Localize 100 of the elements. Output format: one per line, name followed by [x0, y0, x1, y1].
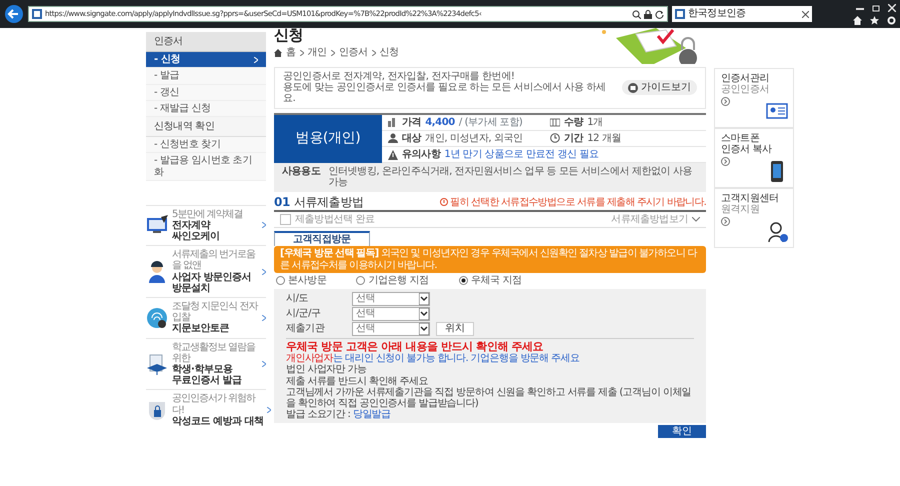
- radio-button[interactable]: [356, 276, 366, 285]
- site-icon: [675, 9, 685, 19]
- field-label: 시/도: [286, 293, 310, 304]
- notice-item: 법인 사업자만 가능: [286, 364, 368, 376]
- lock-icon: [146, 399, 168, 422]
- promo-title: 학생·학부모용: [172, 364, 234, 375]
- attribute-label: 대상: [402, 132, 422, 144]
- home-icon[interactable]: [853, 16, 862, 24]
- attribute-value: 1년 만기 상품으로 만료전 갱신 필요: [444, 148, 599, 160]
- promo-banner[interactable]: 공인인증서가 위험하다! 악성코드 예방과 대책: [146, 389, 266, 430]
- promo-title: 사업자 방문인증서: [172, 272, 252, 283]
- promo-caption: 서류제출의 번거로움을 없앤: [172, 249, 256, 272]
- notice-item: 개인사업자는 대리인 신청이 불가능 합니다. 기업은행을 방문해 주세요: [286, 353, 580, 364]
- location-button[interactable]: 위치: [436, 322, 474, 336]
- attribute-label: 기간: [564, 132, 584, 144]
- quick-link-card[interactable]: 스마트폰 인증서 복사: [714, 128, 794, 188]
- person-icon: [388, 133, 398, 144]
- home-icon: [274, 48, 282, 57]
- restore-icon[interactable]: [872, 4, 880, 12]
- menu-item[interactable]: - 신청: [146, 52, 266, 68]
- menu-item[interactable]: - 발급용 임시번호 초기화: [146, 153, 266, 181]
- attribute-value: 개인, 미성년자, 외국인: [425, 132, 523, 144]
- chevron-icon: [267, 407, 272, 414]
- checkbox-label: 제출방법선택 완료: [295, 214, 375, 226]
- usage-label: 사용용도: [282, 166, 320, 180]
- chevron-circle-icon: [721, 97, 730, 106]
- tab[interactable]: 고객직접방문: [274, 231, 370, 246]
- product-name: 범용(개인): [274, 114, 382, 164]
- notice-item: 제출 서류를 반드시 확인해 주세요: [286, 376, 429, 387]
- star-icon[interactable]: [870, 16, 879, 24]
- promo-banner[interactable]: 서류제출의 번거로움을 없앤 사업자 방문인증서 방문설치: [146, 245, 266, 297]
- menu-heading[interactable]: 인증서: [146, 32, 266, 52]
- confirm-button[interactable]: 확인: [658, 425, 706, 438]
- chevron-icon: [262, 314, 266, 321]
- attribute-value: 12 개월: [587, 132, 622, 144]
- guide-icon: [628, 82, 638, 93]
- menu-item[interactable]: - 발급: [146, 68, 266, 85]
- intro-text: 용도에 맞는 공인인증서로 인증서를 필요로 하는 모든 서비스에서 사용 하세요.: [283, 82, 607, 105]
- chevron-icon: [254, 54, 258, 66]
- chevron-icon: [262, 222, 266, 228]
- search-icon[interactable]: [632, 10, 641, 18]
- radio-label: 기업은행 지점: [368, 274, 429, 286]
- page-title: 신청: [274, 28, 304, 43]
- refresh-icon[interactable]: [655, 10, 664, 18]
- notice-banner: [우체국 방문 선택 필독] 외국인 및 미성년자인 경우 우체국에서 신원확인 절차상 발급이 불가하오니 다른 서류접수처를 이용하시기 바랍니다.: [274, 246, 706, 273]
- promo-title: 전자계약: [172, 220, 212, 231]
- promo-banner[interactable]: 조달청 지문인식 전자입찰 지문보안토큰: [146, 297, 266, 338]
- attribute-value: 4,400: [425, 116, 455, 128]
- breadcrumb-link[interactable]: 홈: [286, 47, 296, 58]
- lock-icon: [644, 10, 652, 18]
- chevron-circle-icon: [721, 217, 730, 226]
- chevron-icon: [372, 50, 376, 56]
- menu-item[interactable]: - 갱신: [146, 84, 266, 101]
- field-label: 시/군/구: [286, 308, 322, 320]
- quick-link-subtitle: 원격지원: [721, 204, 760, 216]
- back-icon[interactable]: [4, 4, 24, 24]
- settings-icon[interactable]: [887, 16, 896, 24]
- browser-tab[interactable]: 한국정보인증: [672, 6, 812, 22]
- breadcrumb-link[interactable]: 개인: [308, 47, 327, 58]
- promo-banner[interactable]: 학교생활정보 열람을 위한 학생·학부모용 무료인증서 발급: [146, 338, 266, 390]
- usage-text: 인터넷뱅킹, 온라인주식거래, 전자민원서비스 업무 등 모든 서비스에서 제한없이 사용 가능: [328, 166, 694, 188]
- dropdown-arrow-icon: [419, 308, 429, 320]
- quick-link-title: 인증서관리: [721, 73, 770, 84]
- breadcrumb-link[interactable]: 신청: [380, 47, 399, 58]
- field-label: 제출기관: [286, 323, 326, 334]
- menu-item[interactable]: - 재발급 신청: [146, 100, 266, 117]
- quick-link-card[interactable]: 인증서관리 공인인증서: [714, 68, 794, 128]
- warning-text: 필히 선택한 서류접수방법으로 서류를 제출해 주시기 바랍니다.: [440, 196, 706, 208]
- breadcrumb-link[interactable]: 인증서: [338, 47, 368, 58]
- radio-button[interactable]: [458, 276, 468, 285]
- quick-link-card[interactable]: 고객지원센터 원격지원: [714, 188, 794, 248]
- guide-button[interactable]: 가이드보기: [622, 80, 697, 96]
- menu-item[interactable]: - 신청번호 찾기: [146, 137, 266, 154]
- quick-link-subtitle: 공인인증서: [721, 84, 770, 96]
- radio-button[interactable]: [276, 276, 285, 285]
- chevron-icon: [330, 50, 335, 56]
- chevron-icon: [300, 50, 304, 56]
- dropdown-arrow-icon: [419, 322, 429, 335]
- box-icon: [550, 117, 560, 128]
- chevron-icon: [262, 360, 266, 367]
- intro-text: 공인인증서로 전자계약, 전자입찰, 전자구매를 한번에!: [283, 71, 516, 82]
- graduation-cap-icon: [146, 352, 168, 375]
- close-icon[interactable]: [802, 10, 809, 18]
- menu-heading[interactable]: 신청내역 확인: [146, 116, 266, 138]
- promo-banner[interactable]: 5분만에 계약체결 전자계약 싸인오케이: [146, 204, 266, 246]
- section-title: 서류제출방법: [294, 196, 364, 209]
- fingerprint-icon: [146, 306, 168, 329]
- promo-title: 무료인증서 발급: [172, 375, 242, 386]
- promo-caption: 학교생활정보 열람을 위한: [172, 342, 256, 364]
- checkbox[interactable]: [280, 214, 291, 226]
- attribute-label: 수량: [564, 116, 584, 128]
- chevron-circle-icon: [721, 157, 730, 166]
- chart-icon: [388, 117, 398, 128]
- section-number: 01: [274, 196, 290, 209]
- warning-icon: [388, 150, 398, 160]
- chevron-down-icon: [692, 217, 700, 222]
- quick-link-title: 스마트폰: [721, 133, 760, 144]
- radio-label: 본사방문: [288, 274, 326, 286]
- person-icon: [146, 260, 168, 283]
- quick-link-title: 고객지원센터: [721, 193, 780, 204]
